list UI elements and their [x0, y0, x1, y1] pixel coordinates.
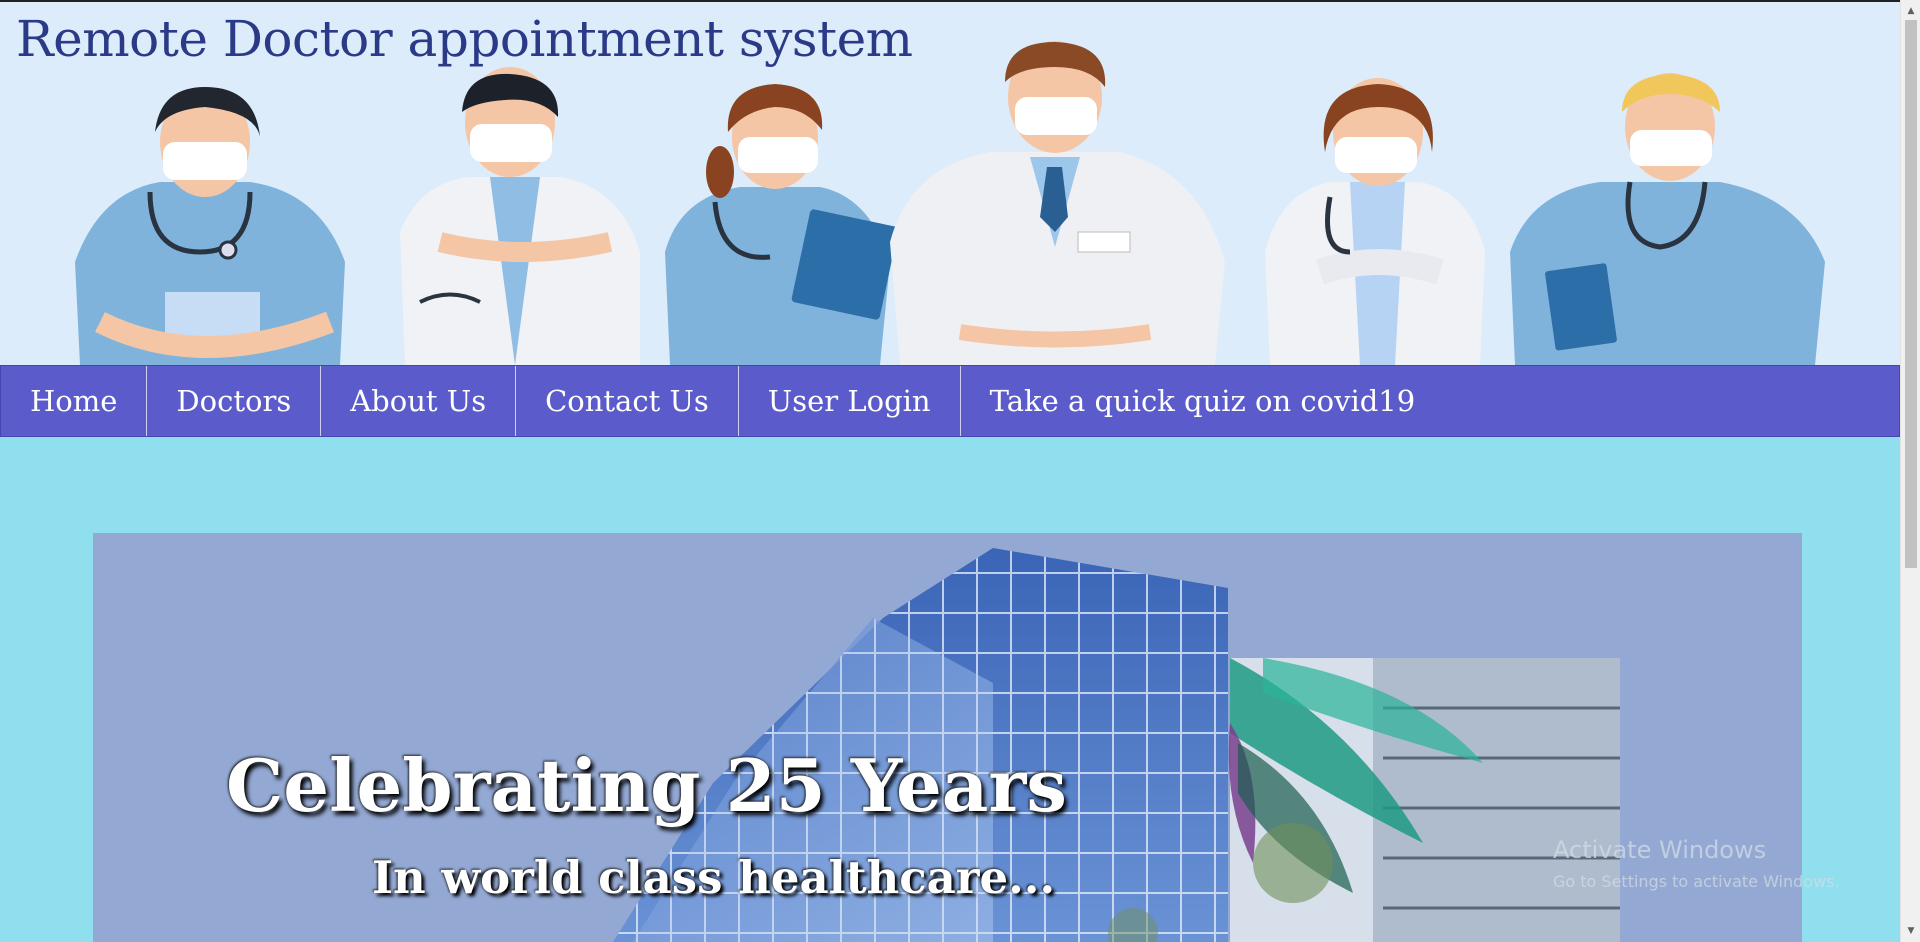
- doctor-figure-6: [1510, 73, 1825, 365]
- scrollbar-thumb[interactable]: [1905, 20, 1917, 568]
- nav-covid-quiz[interactable]: Take a quick quiz on covid19: [961, 366, 1445, 436]
- scroll-down-icon[interactable]: ▼: [1901, 922, 1920, 940]
- nav-contact-us[interactable]: Contact Us: [516, 366, 739, 436]
- site-title: Remote Doctor appointment system: [16, 10, 913, 68]
- hero-banner: Celebrating 25 Years In world class heal…: [93, 533, 1802, 942]
- doctor-figure-3: [665, 84, 899, 365]
- scroll-up-icon[interactable]: ▲: [1901, 2, 1920, 20]
- nav-doctors[interactable]: Doctors: [147, 366, 322, 436]
- nav-home[interactable]: Home: [1, 366, 148, 436]
- doctor-figure-2: [400, 67, 640, 365]
- activate-windows-watermark: Activate Windows: [1553, 836, 1767, 864]
- header-banner: Remote Doctor appointment system: [0, 2, 1900, 365]
- activate-windows-hint: Go to Settings to activate Windows.: [1553, 872, 1840, 891]
- main-navigation: Home Doctors About Us Contact Us User Lo…: [0, 365, 1900, 437]
- doctor-figure-4: [890, 41, 1225, 365]
- banner-subtitle: In world class healthcare...: [372, 851, 1056, 904]
- nav-user-login[interactable]: User Login: [739, 366, 961, 436]
- vertical-scrollbar[interactable]: ▲ ▼: [1900, 0, 1920, 942]
- page: Remote Doctor appointment system Home Do…: [0, 0, 1900, 942]
- doctor-figure-5: [1265, 78, 1485, 365]
- nav-about-us[interactable]: About Us: [321, 366, 517, 436]
- banner-title: Celebrating 25 Years: [226, 743, 1067, 828]
- doctor-figure-1: [75, 87, 345, 365]
